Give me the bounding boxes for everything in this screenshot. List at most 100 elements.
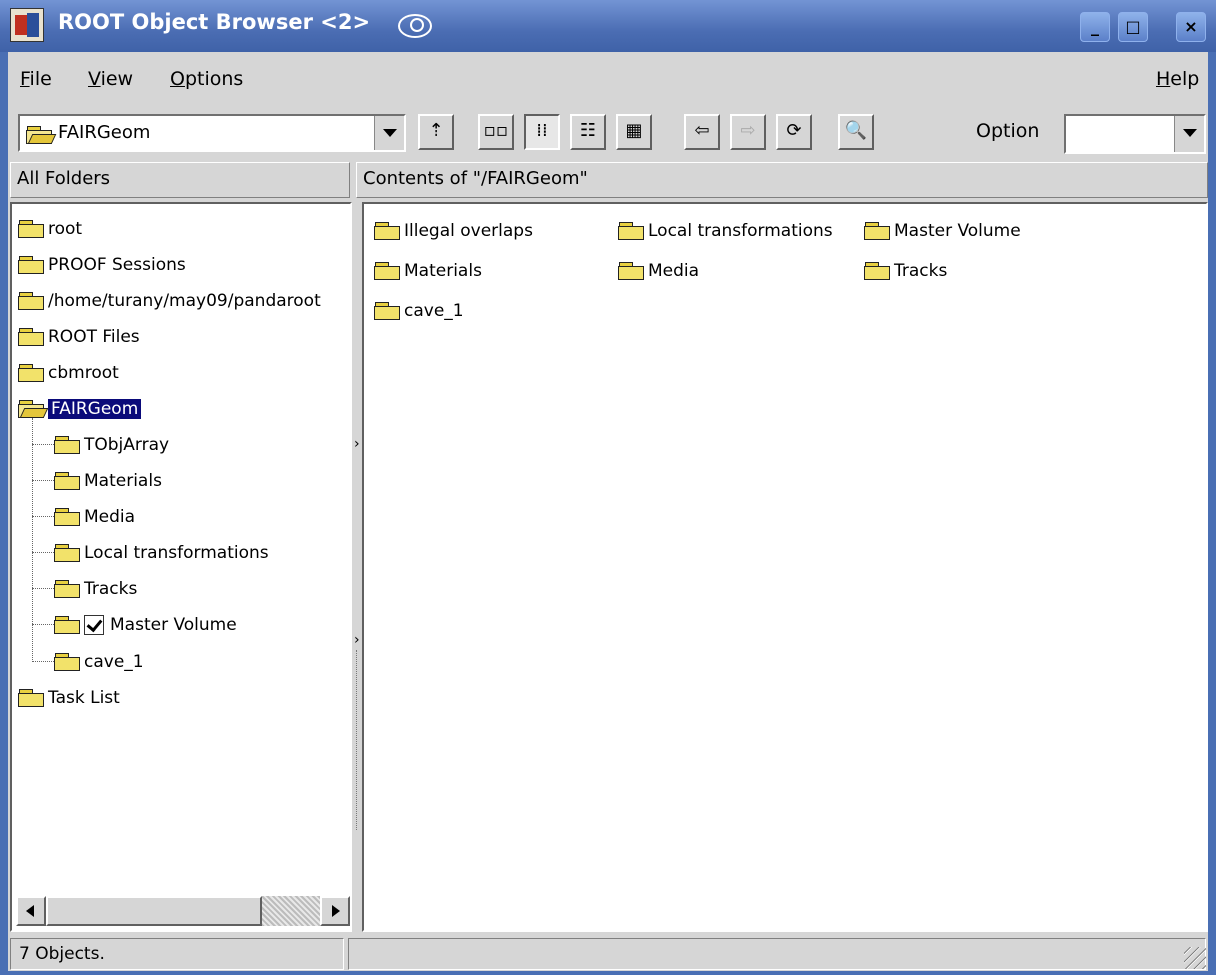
- folder-icon: [18, 364, 46, 382]
- menu-options[interactable]: Options: [170, 68, 243, 90]
- refresh-button[interactable]: ⟳: [776, 114, 812, 150]
- content-item-master-volume[interactable]: Master Volume: [864, 216, 1021, 246]
- tree-item-label: /home/turany/may09/pandaroot: [48, 291, 321, 311]
- tree-item-task-list[interactable]: Task List: [18, 683, 120, 713]
- scroll-left-button[interactable]: [16, 896, 46, 926]
- folder-up-button[interactable]: ⇡: [418, 114, 454, 150]
- arrow-left-icon: [26, 905, 34, 917]
- execute-button[interactable]: 🔍: [838, 114, 874, 150]
- combo-dropdown-arrow[interactable]: [374, 116, 404, 150]
- tree-item-label: Task List: [48, 688, 120, 708]
- content-item-label: cave_1: [404, 301, 464, 321]
- location-combo[interactable]: FAIRGeom: [18, 114, 406, 152]
- root-browser-window: ROOT Object Browser <2> _ □ × File View …: [0, 0, 1216, 975]
- tree-item-master-volume[interactable]: Master Volume: [54, 610, 237, 640]
- folder-icon: [54, 508, 82, 526]
- tree-item-pandaroot-path[interactable]: /home/turany/may09/pandaroot: [18, 286, 321, 316]
- tree-item-tracks[interactable]: Tracks: [54, 574, 137, 604]
- menu-file[interactable]: File: [20, 68, 52, 90]
- pane-splitter[interactable]: › ›: [352, 200, 362, 930]
- arrow-right-icon: [332, 905, 340, 917]
- list-view-icon: ☷: [579, 120, 597, 141]
- content-item-tracks[interactable]: Tracks: [864, 256, 947, 286]
- minimize-button[interactable]: _: [1080, 12, 1110, 42]
- content-item-label: Media: [648, 261, 700, 281]
- folder-icon: [618, 262, 646, 280]
- folder-up-icon: ⇡: [428, 120, 444, 141]
- content-item-cave-1[interactable]: cave_1: [374, 296, 464, 326]
- status-message: [348, 938, 1206, 970]
- small-icons-view-icon: ⁞⁞: [536, 120, 548, 141]
- option-combo[interactable]: [1064, 114, 1206, 154]
- forward-button[interactable]: ⇨: [730, 114, 766, 150]
- tree-connector-line: [32, 588, 54, 589]
- status-bar: 7 Objects.: [8, 936, 1208, 971]
- details-view-icon: ▦: [625, 120, 643, 141]
- master-volume-checkbox[interactable]: [84, 615, 104, 635]
- scroll-thumb[interactable]: [46, 896, 262, 926]
- content-item-label: Master Volume: [894, 221, 1021, 241]
- menu-view-accel: V: [88, 68, 101, 90]
- tree-item-proof-sessions[interactable]: PROOF Sessions: [18, 250, 186, 280]
- resize-grip[interactable]: [1184, 947, 1206, 969]
- content-item-media[interactable]: Media: [618, 256, 699, 286]
- tree-item-label: TObjArray: [84, 435, 170, 455]
- tree-connector-line: [32, 661, 54, 662]
- maximize-button[interactable]: □: [1118, 12, 1148, 42]
- forward-icon: ⇨: [740, 120, 756, 141]
- option-dropdown-arrow[interactable]: [1174, 116, 1204, 152]
- details-view-button[interactable]: ▦: [616, 114, 652, 150]
- list-view-button[interactable]: ☷: [570, 114, 606, 150]
- tree-item-root-files[interactable]: ROOT Files: [18, 322, 140, 352]
- tree-item-label-selected: FAIRGeom: [48, 399, 142, 419]
- location-value: FAIRGeom: [58, 122, 151, 143]
- menu-bar: File View Options Help: [8, 56, 1208, 104]
- root-app-icon[interactable]: [10, 8, 44, 42]
- close-button[interactable]: ×: [1176, 12, 1206, 42]
- folder-icon: [18, 328, 46, 346]
- tree-connector-line: [32, 444, 54, 445]
- folder-icon: [864, 222, 892, 240]
- menu-view[interactable]: View: [88, 68, 133, 90]
- menu-options-accel: O: [170, 68, 185, 90]
- large-icons-button[interactable]: ▫▫: [478, 114, 514, 150]
- tree-item-label: root: [48, 219, 83, 239]
- splitter-grip: [356, 650, 359, 830]
- back-button[interactable]: ⇦: [684, 114, 720, 150]
- tree-item-root[interactable]: root: [18, 214, 82, 244]
- folder-icon: [54, 436, 82, 454]
- title-bar[interactable]: ROOT Object Browser <2> _ □ ×: [0, 0, 1216, 52]
- content-item-label: Local transformations: [648, 221, 833, 241]
- tree-item-tobjarray[interactable]: TObjArray: [54, 430, 169, 460]
- menu-help-label: elp: [1170, 68, 1200, 90]
- status-object-count: 7 Objects.: [10, 938, 344, 970]
- tree-item-cave-1[interactable]: cave_1: [54, 647, 144, 677]
- content-item-illegal-overlaps[interactable]: Illegal overlaps: [374, 216, 533, 246]
- tree-item-media[interactable]: Media: [54, 502, 135, 532]
- scroll-right-button[interactable]: [320, 896, 350, 926]
- all-folders-header: All Folders: [10, 162, 350, 198]
- content-item-materials[interactable]: Materials: [374, 256, 482, 286]
- menu-options-label: ptions: [184, 68, 244, 90]
- folder-icon: [54, 616, 82, 634]
- window-title: ROOT Object Browser <2>: [58, 10, 371, 34]
- menu-help[interactable]: Help: [1156, 68, 1199, 90]
- folder-icon: [18, 220, 46, 238]
- tree-item-local-transformations[interactable]: Local transformations: [54, 538, 269, 568]
- tree-item-fairgeom[interactable]: FAIRGeom: [18, 394, 142, 424]
- tree-item-cbmroot[interactable]: cbmroot: [18, 358, 119, 388]
- small-icons-button[interactable]: ⁞⁞: [524, 114, 560, 150]
- tree-item-label: ROOT Files: [48, 327, 140, 347]
- folder-tree[interactable]: root PROOF Sessions /home/turany/may09/p…: [10, 202, 352, 932]
- scroll-track[interactable]: [262, 896, 320, 926]
- folder-icon: [18, 689, 46, 707]
- tree-item-materials[interactable]: Materials: [54, 466, 162, 496]
- content-item-local-transformations[interactable]: Local transformations: [618, 216, 833, 246]
- horizontal-scrollbar[interactable]: [16, 896, 350, 926]
- contents-pane[interactable]: Illegal overlaps Local transformations M…: [362, 202, 1208, 932]
- tree-item-label: PROOF Sessions: [48, 255, 186, 275]
- folder-icon: [374, 262, 402, 280]
- contents-header: Contents of "/FAIRGeom": [356, 162, 1208, 198]
- option-label: Option: [976, 120, 1040, 142]
- menu-view-label: iew: [100, 68, 134, 90]
